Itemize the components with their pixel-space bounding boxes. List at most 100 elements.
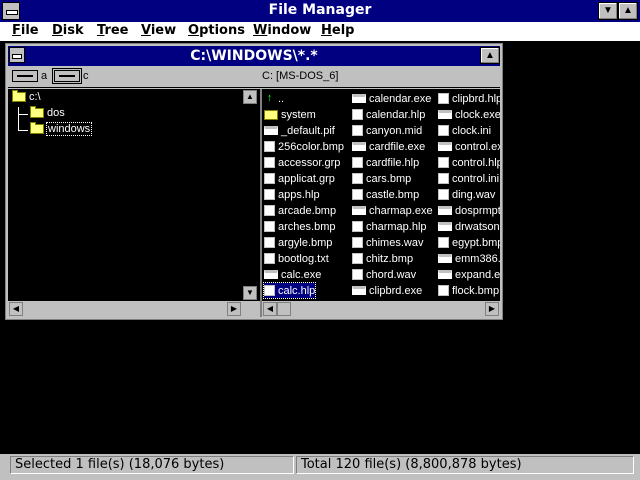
file-name: calc.exe [281, 268, 322, 281]
menu-help[interactable]: Help [321, 23, 354, 38]
file-item[interactable]: _default.pif [264, 123, 335, 138]
file-item[interactable]: calc.hlp [262, 282, 317, 299]
file-item[interactable]: clock.exe [438, 107, 500, 122]
file-list[interactable]: ↑.. system _default.pif 256color.bmp accesso… [262, 89, 500, 301]
document-icon [264, 173, 275, 184]
tree-line [18, 114, 28, 115]
document-icon [438, 189, 449, 200]
file-name: calc.hlp [278, 284, 316, 297]
tree-item-dos[interactable]: dos [30, 106, 65, 119]
file-item[interactable]: accessor.grp [264, 155, 340, 170]
file-item[interactable]: drwatson. [438, 219, 500, 234]
folder-icon [12, 90, 26, 102]
exe-icon [438, 110, 452, 119]
file-item[interactable]: control.hlp [438, 155, 500, 170]
directory-tree[interactable]: c:\ dos windows [8, 89, 260, 301]
file-item[interactable]: clipbrd.exe [352, 283, 422, 298]
file-item[interactable]: charmap.exe [352, 203, 433, 218]
file-item[interactable]: arches.bmp [264, 219, 335, 234]
file-item[interactable]: cardfile.exe [352, 139, 425, 154]
file-item[interactable]: chimes.wav [352, 235, 423, 250]
file-item[interactable]: chitz.bmp [352, 251, 413, 266]
document-icon [264, 221, 275, 232]
app-title-bar[interactable]: File Manager ▼ ▲ [0, 0, 640, 22]
file-item[interactable]: bootlog.txt [264, 251, 329, 266]
menu-disk[interactable]: Disk [52, 23, 84, 38]
file-name: cardfile.hlp [366, 156, 420, 169]
file-name: control.ini [452, 172, 500, 185]
menu-bar: File Disk Tree View Options Window Help [0, 22, 640, 42]
file-item[interactable]: clock.ini [438, 123, 491, 138]
file-item[interactable]: chord.wav [352, 267, 416, 282]
document-icon [352, 237, 363, 248]
file-item[interactable]: charmap.hlp [352, 219, 427, 234]
file-item[interactable]: expand.ex [438, 267, 500, 282]
file-item[interactable]: clipbrd.hlp [438, 91, 500, 106]
scroll-down-icon[interactable]: ▼ [243, 286, 257, 300]
document-icon [438, 173, 449, 184]
scroll-right-icon[interactable]: ▶ [485, 302, 499, 316]
scroll-right-icon[interactable]: ▶ [227, 302, 241, 316]
menu-view[interactable]: View [141, 23, 176, 38]
file-item[interactable]: flock.bmp [438, 283, 499, 298]
minimize-button[interactable]: ▼ [598, 2, 618, 20]
status-bar: Selected 1 file(s) (18,076 bytes) Total … [0, 454, 640, 480]
exe-icon [438, 270, 452, 279]
file-item[interactable]: castle.bmp [352, 187, 419, 202]
file-item[interactable]: emm386.e [438, 251, 500, 266]
file-name: charmap.hlp [366, 220, 427, 233]
maximize-button[interactable]: ▲ [618, 2, 638, 20]
file-item[interactable]: calendar.exe [352, 91, 431, 106]
status-selected: Selected 1 file(s) (18,076 bytes) [10, 456, 294, 474]
file-item[interactable]: arcade.bmp [264, 203, 336, 218]
scroll-up-icon[interactable]: ▲ [243, 90, 257, 104]
exe-icon [352, 206, 366, 215]
scroll-left-icon[interactable]: ◀ [9, 302, 23, 316]
document-icon [264, 237, 275, 248]
file-item[interactable]: system [264, 107, 316, 122]
app-title: File Manager [268, 2, 372, 18]
document-icon [438, 237, 449, 248]
exe-icon [352, 94, 366, 103]
up-arrow-icon: ↑ [266, 92, 273, 104]
file-item[interactable]: calendar.hlp [352, 107, 425, 122]
file-item[interactable]: ding.wav [438, 187, 495, 202]
drive-a-button[interactable]: a [12, 68, 47, 84]
scroll-thumb[interactable] [277, 302, 291, 316]
tree-root[interactable]: c:\ [12, 90, 41, 103]
file-item[interactable]: applicat.grp [264, 171, 335, 186]
file-item[interactable]: dosprmpt. [438, 203, 500, 218]
file-item[interactable]: 256color.bmp [264, 139, 344, 154]
scroll-left-icon[interactable]: ◀ [263, 302, 277, 316]
menu-tree[interactable]: Tree [97, 23, 129, 38]
child-maximize-button[interactable]: ▲ [480, 47, 500, 64]
file-name: control.ex [455, 140, 500, 153]
file-item[interactable]: control.ex [438, 139, 500, 154]
file-item[interactable]: ↑.. [264, 91, 284, 106]
file-item[interactable]: egypt.bmp [438, 235, 500, 250]
file-item[interactable]: calc.exe [264, 267, 321, 282]
file-name: _default.pif [281, 124, 335, 137]
menu-window[interactable]: Window [253, 23, 311, 38]
tree-vertical-scrollbar[interactable]: ▲ ▼ [242, 89, 258, 301]
file-item[interactable]: canyon.mid [352, 123, 422, 138]
menu-file[interactable]: File [12, 23, 39, 38]
file-item[interactable]: cars.bmp [352, 171, 411, 186]
document-icon [352, 157, 363, 168]
drive-c-button[interactable]: c [52, 68, 89, 84]
file-name: 256color.bmp [278, 140, 345, 153]
file-item[interactable]: argyle.bmp [264, 235, 332, 250]
directory-window-title-bar[interactable]: C:\WINDOWS\*.* ▲ [8, 46, 500, 66]
tree-line [18, 107, 19, 131]
file-item[interactable]: control.ini [438, 171, 499, 186]
tree-horizontal-scrollbar[interactable]: ◀ ▶ [8, 301, 260, 317]
files-horizontal-scrollbar[interactable]: ◀ ▶ [262, 301, 500, 317]
tree-item-windows[interactable]: windows [30, 122, 93, 136]
document-icon [264, 157, 275, 168]
menu-options[interactable]: Options [188, 23, 245, 38]
document-icon [352, 269, 363, 280]
exe-icon [438, 222, 452, 231]
file-item[interactable]: cardfile.hlp [352, 155, 419, 170]
folder-icon [30, 122, 44, 134]
file-item[interactable]: apps.hlp [264, 187, 320, 202]
